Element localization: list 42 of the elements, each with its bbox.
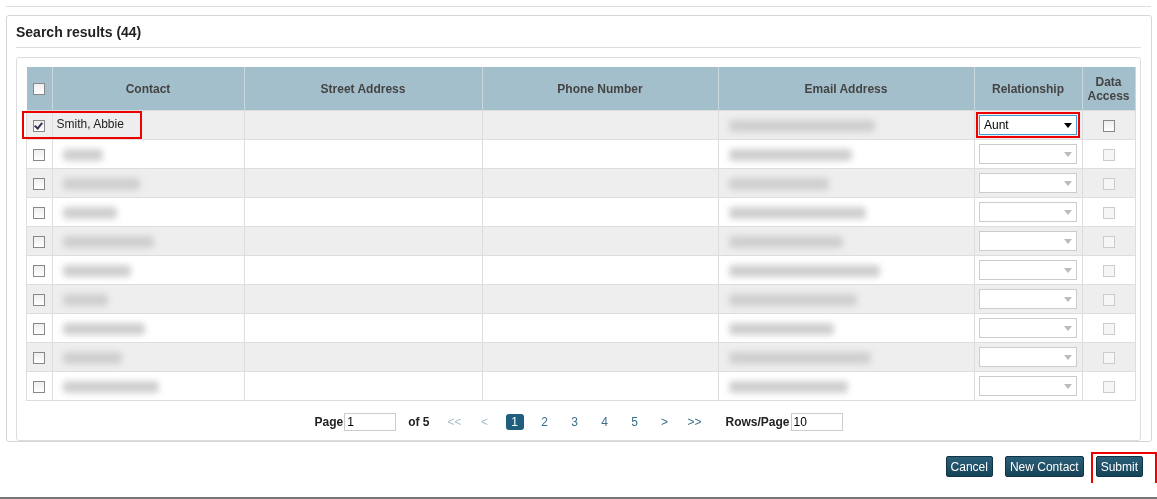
blurred-text [62,264,131,277]
caret-icon [1064,296,1072,302]
page-link[interactable]: 3 [559,415,590,429]
blurred-text [62,293,108,306]
caret-icon [1064,267,1072,273]
next-page-link[interactable]: > [649,415,680,429]
column-header: Data Access [1087,74,1130,103]
column-header: Contact [125,81,171,96]
caret-icon [1064,383,1072,389]
column-header: Relationship [992,81,1064,96]
caret-icon [1064,180,1072,186]
action-button[interactable]: Cancel [945,456,993,477]
caret-icon [1064,325,1072,331]
caret-icon [1064,122,1072,128]
column-header: Phone Number [557,81,643,96]
row-checkbox[interactable] [33,119,46,132]
page-link[interactable]: 5 [619,415,650,429]
last-page-link[interactable]: >> [679,415,710,429]
panel-title: Search results (44) [16,16,1141,48]
caret-icon [1064,354,1072,360]
caret-icon [1064,151,1072,157]
caret-icon [1064,209,1072,215]
action-button[interactable]: Submit [1095,456,1143,477]
page-count: of 5 [408,415,430,429]
rows-per-page-label: Rows/Page [725,415,790,429]
column-header: Street Address [320,81,406,96]
page-link[interactable]: 2 [529,415,560,429]
blurred-text [62,351,122,364]
page-link[interactable]: 1 [505,414,524,430]
page-label: Page [314,415,344,429]
select-all-checkbox[interactable] [33,83,45,96]
blurred-text [62,206,117,219]
relationship-dropdown[interactable]: Aunt [979,115,1077,135]
rows-per-page-field[interactable]: 10 [790,413,843,431]
caret-icon [1064,238,1072,244]
column-header: Email Address [804,81,888,96]
page-link[interactable]: 4 [589,415,620,429]
blurred-text [62,148,103,161]
data-access-checkbox[interactable] [1102,119,1115,132]
page-field[interactable]: 1 [344,413,397,431]
action-button[interactable]: New Contact [1004,456,1084,477]
contact-name: Smith, Abbie [23,113,140,137]
